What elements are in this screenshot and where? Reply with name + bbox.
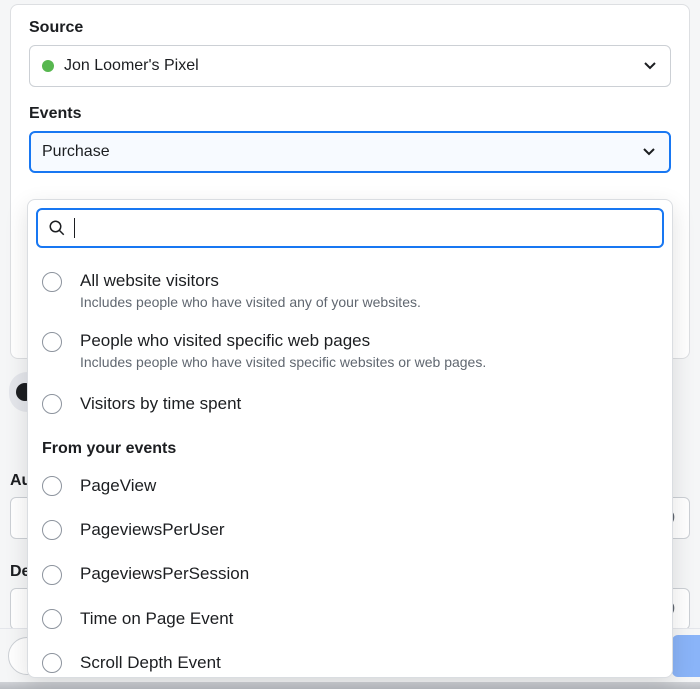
option-title: Visitors by time spent [80, 393, 241, 415]
option-title: All website visitors [80, 270, 421, 292]
events-label: Events [29, 105, 671, 123]
option-subtitle: Includes people who have visited any of … [80, 294, 421, 310]
radio-icon [42, 332, 62, 352]
caret-down-icon [643, 148, 655, 156]
option-title: PageviewsPerSession [80, 563, 249, 585]
options-list: All website visitors Includes people who… [28, 258, 672, 678]
status-dot-icon [42, 60, 54, 72]
option-visitors-by-time[interactable]: Visitors by time spent [28, 382, 672, 426]
option-pageviewspersession[interactable]: PageviewsPerSession [28, 552, 672, 596]
option-specific-web-pages[interactable]: People who visited specific web pages In… [28, 322, 672, 382]
bottom-shadow [0, 682, 700, 689]
option-subtitle: Includes people who have visited specifi… [80, 354, 486, 370]
radio-icon [42, 565, 62, 585]
radio-icon [42, 653, 62, 673]
radio-icon [42, 520, 62, 540]
option-time-on-page[interactable]: Time on Page Event [28, 597, 672, 641]
search-input-wrapper[interactable] [36, 208, 664, 248]
option-title: PageviewsPerUser [80, 519, 225, 541]
source-selected-text: Jon Loomer's Pixel [64, 57, 199, 75]
footer-primary-button[interactable] [672, 635, 700, 677]
search-icon [48, 219, 66, 237]
option-title: Scroll Depth Event [80, 652, 221, 674]
option-pageviewsperuser[interactable]: PageviewsPerUser [28, 508, 672, 552]
search-input[interactable] [75, 218, 652, 238]
source-select[interactable]: Jon Loomer's Pixel [29, 45, 671, 87]
option-title: Time on Page Event [80, 608, 233, 630]
events-select[interactable]: Purchase [29, 131, 671, 173]
radio-icon [42, 394, 62, 414]
events-dropdown: All website visitors Includes people who… [27, 199, 673, 678]
option-pageview[interactable]: PageView [28, 464, 672, 508]
option-all-website-visitors[interactable]: All website visitors Includes people who… [28, 262, 672, 322]
caret-down-icon [644, 62, 656, 70]
option-title: PageView [80, 475, 156, 497]
radio-icon [42, 609, 62, 629]
option-scroll-depth[interactable]: Scroll Depth Event [28, 641, 672, 678]
options-section-header: From your events [28, 426, 672, 464]
events-selected-text: Purchase [42, 143, 110, 161]
source-label: Source [29, 19, 671, 37]
radio-icon [42, 272, 62, 292]
radio-icon [42, 476, 62, 496]
option-title: People who visited specific web pages [80, 330, 486, 352]
